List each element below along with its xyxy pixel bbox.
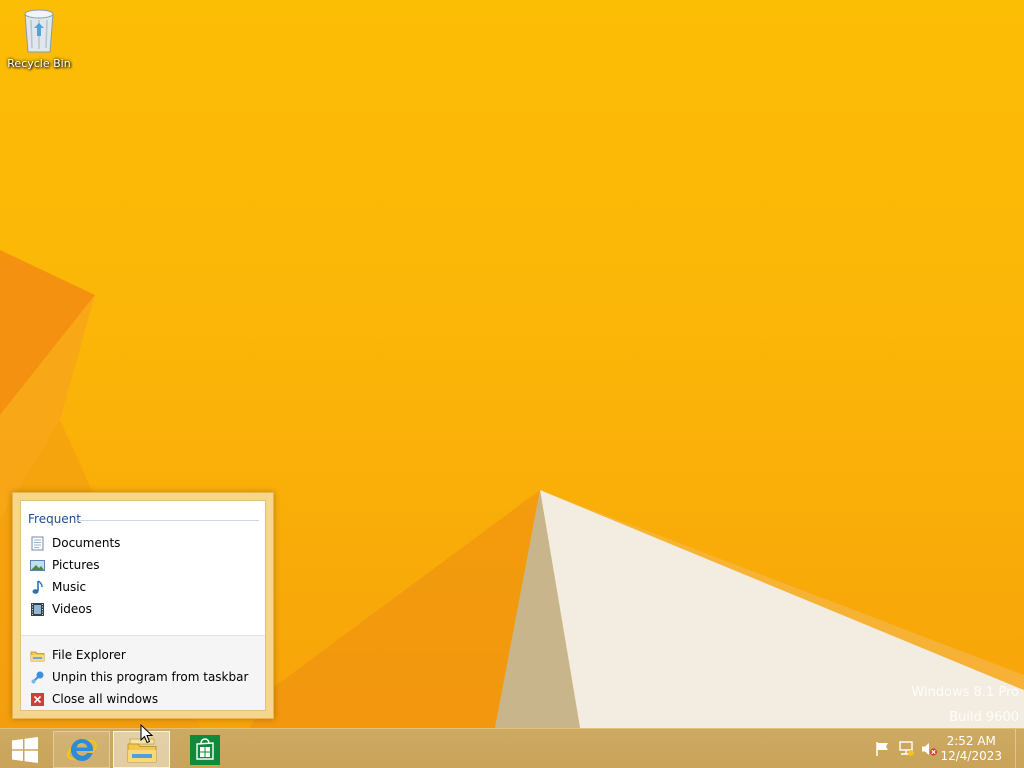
folder-icon [30,651,45,662]
clock-time: 2:52 AM [946,734,996,748]
taskbar-store[interactable] [176,731,233,768]
taskbar-clock[interactable]: 2:52 AM 12/4/2023 [940,734,1002,764]
pictures-icon [30,560,45,571]
jump-list-label: Pictures [52,558,100,572]
jump-list-item-file-explorer[interactable]: File Explorer [26,645,260,666]
recycle-bin[interactable]: Recycle Bin [4,4,74,76]
windows-edition-watermark: Windows 8.1 Pro [911,685,1019,700]
network-icon[interactable] [898,741,915,757]
build-watermark: Build 9600 [949,710,1019,725]
jump-list-heading-frequent: Frequent [28,512,81,526]
jump-list-item-videos[interactable]: Videos [26,599,260,620]
jump-list-item-documents[interactable]: Documents [26,533,260,554]
recycle-bin-icon [24,9,54,53]
clock-date: 12/4/2023 [940,749,1002,763]
jump-list-item-pictures[interactable]: Pictures [26,555,260,576]
jump-list-label: Music [52,580,87,594]
internet-explorer-icon [66,738,97,761]
jump-list-divider [75,520,259,521]
windows-logo-icon [12,736,38,763]
volume-muted-icon[interactable] [921,741,938,757]
file-explorer-jump-list: Frequent Documents Pictures Music Videos… [12,492,274,719]
jump-list-item-unpin[interactable]: Unpin this program from taskbar [26,667,260,688]
jump-list-panel: Frequent Documents Pictures Music Videos… [20,500,266,711]
taskbar-internet-explorer[interactable] [53,731,110,768]
show-desktop-button[interactable] [1015,729,1024,768]
jump-list-tasks: File Explorer Unpin this program from ta… [21,635,265,710]
jump-list-item-music[interactable]: Music [26,577,260,598]
documents-icon [31,536,44,551]
close-icon [31,693,44,706]
jump-list-label: Unpin this program from taskbar [52,670,249,684]
jump-list-item-close-all[interactable]: Close all windows [26,689,260,710]
jump-list-label: Documents [52,536,121,550]
start-button[interactable] [0,731,50,768]
recycle-bin-label: Recycle Bin [7,57,71,70]
action-center-flag-icon[interactable] [874,741,891,757]
jump-list-label: Close all windows [52,692,159,706]
mouse-cursor-icon [140,724,154,744]
jump-list-label: Videos [52,602,92,616]
desktop[interactable]: Recycle Bin Windows 8.1 Pro Build 9600 F… [0,0,1024,728]
videos-icon [31,603,44,616]
store-icon [189,734,220,765]
music-icon [32,580,43,594]
jump-list-label: File Explorer [52,648,126,662]
unpin-icon [31,671,44,684]
